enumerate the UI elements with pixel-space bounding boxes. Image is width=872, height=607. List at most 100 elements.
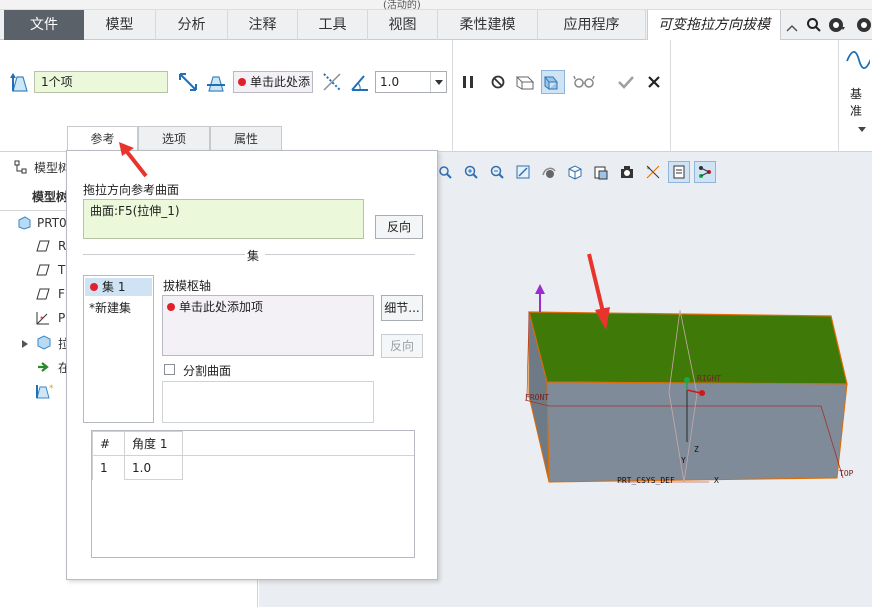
set-list-item-selected[interactable]: 集 1 xyxy=(85,278,152,296)
draft-angle-value: 1.0 xyxy=(380,75,400,89)
divider xyxy=(83,254,245,255)
flip-pull-direction-icon[interactable] xyxy=(176,70,200,94)
flip-surface-button[interactable]: 反向 xyxy=(375,215,423,239)
flip-angle-icon[interactable] xyxy=(320,70,344,94)
required-dot-icon xyxy=(238,77,246,86)
references-panel: 拖拉方向参考曲面 曲面:F5(拉伸_1) 反向 集 集 1 *新建集 拔模枢轴 … xyxy=(66,150,438,580)
extrude-icon xyxy=(36,334,52,353)
reorient-icon[interactable] xyxy=(538,161,560,183)
menu-annotate[interactable]: 注释 xyxy=(228,10,298,40)
spin-center-icon[interactable] xyxy=(694,161,716,183)
datum-plane-icon xyxy=(36,288,50,303)
help-icon[interactable] xyxy=(828,17,846,37)
label-top: TOP xyxy=(839,469,854,478)
part-icon xyxy=(17,216,31,233)
chevron-down-icon[interactable] xyxy=(430,72,446,92)
table-row[interactable]: 1 1.0 xyxy=(92,455,415,480)
datum-plane-icon xyxy=(36,240,50,255)
table-header-index: # xyxy=(92,431,125,456)
ribbon-separator xyxy=(452,40,453,152)
split-surface-checkbox[interactable] xyxy=(164,364,175,375)
label-y-axis: Y xyxy=(681,456,686,465)
table-header-angle: 角度 1 xyxy=(124,431,183,456)
menu-flexible-modeling[interactable]: 柔性建模 xyxy=(438,10,538,40)
draft-dashboard: 1个项 单击此处添 1.0 基准 参考 选项 属性 xyxy=(0,40,872,153)
draft-angle-select[interactable]: 1.0 xyxy=(375,71,447,93)
model-tree-icon xyxy=(14,160,28,177)
datum-plane-icon xyxy=(36,264,50,279)
menu-variable-pull-draft[interactable]: 可变拖拉方向拔模 xyxy=(647,10,781,41)
table-cell-index: 1 xyxy=(92,455,125,480)
angle-table: # 角度 1 1 1.0 xyxy=(91,430,415,558)
feature-preview-icon[interactable] xyxy=(541,70,565,94)
tab-properties[interactable]: 属性 xyxy=(210,126,282,150)
chevron-up-icon[interactable] xyxy=(786,21,798,37)
label-x-axis: X xyxy=(714,476,719,485)
settings-icon[interactable] xyxy=(856,17,872,37)
set-1-label: 集 1 xyxy=(102,280,126,294)
hinge-field[interactable]: 单击此处添 xyxy=(233,71,313,93)
pull-surface-collector[interactable]: 曲面:F5(拉伸_1) xyxy=(83,199,364,239)
svg-text:*: * xyxy=(49,384,54,394)
menu-analysis[interactable]: 分析 xyxy=(156,10,228,40)
search-icon[interactable] xyxy=(806,17,822,37)
draft-hinge-collector-text: 单击此处添加项 xyxy=(179,300,264,314)
flip-hinge-button[interactable]: 反向 xyxy=(381,334,423,358)
refit-icon[interactable] xyxy=(512,161,534,183)
pull-direction-icon[interactable] xyxy=(8,70,32,94)
expand-arrow-icon[interactable] xyxy=(21,338,29,352)
menu-model[interactable]: 模型 xyxy=(84,10,156,40)
ribbon-tabs: 文件 模型 分析 注释 工具 视图 柔性建模 应用程序 可变拖拉方向拔模 xyxy=(0,10,872,41)
menu-tools[interactable]: 工具 xyxy=(298,10,368,40)
annotation-display-icon[interactable] xyxy=(668,161,690,183)
set-list: 集 1 *新建集 xyxy=(83,275,154,423)
insert-here-arrow-icon xyxy=(37,361,51,376)
datum-display-icon[interactable]: * xyxy=(642,161,664,183)
label-csys: PRT_CSYS_DEF xyxy=(617,476,675,485)
geometry-preview-icon[interactable] xyxy=(513,70,537,94)
draft-hinge-collector[interactable]: 单击此处添加项 xyxy=(162,295,374,356)
svg-text:*: * xyxy=(40,315,44,323)
model-tree-sublabel: 模型树 xyxy=(32,190,69,204)
tree-root-part[interactable]: PRT0 xyxy=(37,216,67,230)
datum-curve-icon[interactable] xyxy=(846,48,870,72)
verify-glasses-icon[interactable] xyxy=(572,70,596,94)
menu-applications[interactable]: 应用程序 xyxy=(538,10,646,40)
pull-surface-label: 拖拉方向参考曲面 xyxy=(83,183,180,197)
ribbon-separator xyxy=(670,40,671,152)
pause-icon[interactable] xyxy=(456,70,480,94)
no-preview-icon[interactable] xyxy=(486,70,510,94)
confirm-check-icon[interactable] xyxy=(614,70,638,94)
draft-hinge-label: 拔模枢轴 xyxy=(163,279,212,293)
front-face[interactable] xyxy=(546,381,848,483)
details-button[interactable]: 细节... xyxy=(381,295,423,321)
required-dot-icon xyxy=(167,302,175,311)
saved-views-icon[interactable] xyxy=(564,161,586,183)
table-cell-angle[interactable]: 1.0 xyxy=(124,455,183,480)
required-dot-icon xyxy=(90,282,98,291)
display-style-icon[interactable] xyxy=(590,161,612,183)
graphics-toolbar: * xyxy=(434,161,716,187)
csys-icon: * xyxy=(34,309,52,330)
svg-text:*: * xyxy=(647,166,650,173)
datum-label[interactable]: 基准 xyxy=(850,85,872,119)
zoom-in-icon[interactable] xyxy=(460,161,482,183)
perspective-icon[interactable] xyxy=(616,161,638,183)
split-surface-collector[interactable] xyxy=(162,381,374,423)
model-tree-header[interactable]: 模型树 xyxy=(34,159,70,176)
draft-angle-icon xyxy=(348,70,372,94)
label-right: RIGHT xyxy=(697,374,721,383)
new-set-item[interactable]: *新建集 xyxy=(89,299,131,316)
hinge-field-text: 单击此处添 xyxy=(250,75,311,89)
cancel-close-icon[interactable] xyxy=(642,70,666,94)
pull-reference-field[interactable]: 1个项 xyxy=(34,71,168,93)
ribbon-separator xyxy=(838,40,839,152)
draft-hinge-icon[interactable] xyxy=(204,70,228,94)
datum-expand-icon[interactable] xyxy=(858,121,866,135)
menu-file[interactable]: 文件 xyxy=(4,10,84,40)
zoom-out-icon[interactable] xyxy=(486,161,508,183)
set-section-label: 集 xyxy=(247,249,260,263)
annotation-arrow-icon xyxy=(119,142,148,178)
split-surface-label: 分割曲面 xyxy=(183,364,232,378)
menu-view[interactable]: 视图 xyxy=(368,10,438,40)
